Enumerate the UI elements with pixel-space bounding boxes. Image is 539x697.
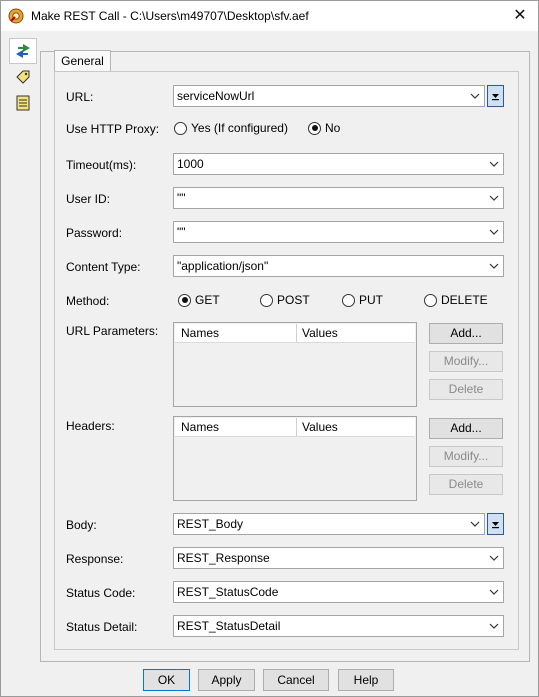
- method-get-label: GET: [195, 293, 220, 307]
- proxy-label: Use HTTP Proxy:: [66, 122, 160, 136]
- url-label: URL:: [66, 90, 94, 104]
- password-value: "": [177, 225, 186, 239]
- radio-circle: [342, 293, 355, 307]
- chevron-down-icon: [489, 195, 499, 201]
- status-code-value: REST_StatusCode: [177, 585, 279, 599]
- method-delete-label: DELETE: [441, 293, 488, 307]
- apply-button[interactable]: Apply: [198, 669, 255, 691]
- col-values-header: Values: [302, 420, 338, 434]
- radio-circle: [260, 293, 273, 307]
- headers-label: Headers:: [66, 419, 115, 433]
- user-id-combo[interactable]: "": [173, 187, 504, 209]
- timeout-value: 1000: [177, 157, 204, 171]
- method-put-radio[interactable]: PUT: [342, 293, 383, 307]
- proxy-yes-radio[interactable]: Yes (If configured): [174, 121, 288, 135]
- url-combo[interactable]: serviceNowUrl: [173, 85, 485, 107]
- status-detail-value: REST_StatusDetail: [177, 619, 281, 633]
- url-params-modify-button[interactable]: Modify...: [429, 351, 503, 372]
- method-put-label: PUT: [359, 293, 383, 307]
- url-value: serviceNowUrl: [177, 89, 255, 103]
- cancel-button[interactable]: Cancel: [263, 669, 329, 691]
- radio-circle-selected: [178, 293, 191, 307]
- dropdown-arrow-icon: [492, 522, 499, 529]
- timeout-label: Timeout(ms):: [66, 158, 137, 172]
- body-value: REST_Body: [177, 517, 244, 531]
- method-delete-radio[interactable]: DELETE: [424, 293, 488, 307]
- chevron-down-icon: [489, 263, 499, 269]
- side-notes-button[interactable]: [9, 90, 37, 116]
- chevron-down-icon: [489, 555, 499, 561]
- response-combo[interactable]: REST_Response: [173, 547, 504, 569]
- window-title: Make REST Call - C:\Users\m49707\Desktop…: [31, 9, 309, 23]
- table-header: Names Values: [175, 418, 415, 437]
- content-type-value: "application/json": [177, 259, 269, 273]
- body-browse-button[interactable]: [487, 513, 504, 535]
- response-label: Response:: [66, 552, 124, 566]
- chevron-down-icon: [489, 161, 499, 167]
- side-general-button[interactable]: [9, 38, 37, 64]
- radio-circle: [424, 293, 437, 307]
- body-combo[interactable]: REST_Body: [173, 513, 485, 535]
- side-tag-button[interactable]: [9, 64, 37, 90]
- timeout-combo[interactable]: 1000: [173, 153, 504, 175]
- app-icon: [8, 8, 24, 24]
- status-code-label: Status Code:: [66, 586, 136, 600]
- chevron-down-icon: [489, 623, 499, 629]
- title-bar: Make REST Call - C:\Users\m49707\Desktop…: [1, 1, 538, 31]
- url-params-add-button[interactable]: Add...: [429, 323, 503, 344]
- proxy-no-radio[interactable]: No: [308, 121, 340, 135]
- proxy-no-label: No: [325, 121, 341, 135]
- password-combo[interactable]: "": [173, 221, 504, 243]
- response-value: REST_Response: [177, 551, 270, 565]
- url-browse-button[interactable]: [487, 85, 504, 107]
- proxy-yes-label: Yes (If configured): [191, 121, 288, 135]
- table-header: Names Values: [175, 324, 415, 343]
- method-label: Method:: [66, 294, 110, 308]
- content-type-combo[interactable]: "application/json": [173, 255, 504, 277]
- status-detail-combo[interactable]: REST_StatusDetail: [173, 615, 504, 637]
- chevron-down-icon: [470, 93, 480, 99]
- tab-general[interactable]: General: [54, 50, 111, 71]
- col-values-header: Values: [302, 326, 338, 340]
- col-names-header: Names: [181, 420, 220, 434]
- side-toolbar: [9, 38, 37, 116]
- radio-circle: [174, 121, 187, 135]
- chevron-down-icon: [470, 521, 480, 527]
- swap-arrows-icon: [16, 44, 30, 58]
- chevron-down-icon: [489, 229, 499, 235]
- headers-add-button[interactable]: Add...: [429, 418, 503, 439]
- headers-delete-button[interactable]: Delete: [429, 474, 503, 495]
- method-post-label: POST: [277, 293, 310, 307]
- tag-icon: [16, 70, 30, 84]
- url-params-delete-button[interactable]: Delete: [429, 379, 503, 400]
- help-button[interactable]: Help: [338, 669, 394, 691]
- dropdown-arrow-icon: [492, 94, 499, 101]
- body-label: Body:: [66, 518, 97, 532]
- close-icon[interactable]: ✕: [510, 6, 530, 26]
- status-detail-label: Status Detail:: [66, 620, 138, 634]
- chevron-down-icon: [489, 589, 499, 595]
- headers-table[interactable]: Names Values: [173, 416, 417, 501]
- url-params-label: URL Parameters:: [66, 324, 159, 338]
- url-params-table[interactable]: Names Values: [173, 322, 417, 407]
- status-code-combo[interactable]: REST_StatusCode: [173, 581, 504, 603]
- user-id-value: "": [177, 191, 186, 205]
- notes-icon: [16, 95, 30, 111]
- radio-circle-selected: [308, 121, 321, 135]
- method-get-radio[interactable]: GET: [178, 293, 220, 307]
- col-names-header: Names: [181, 326, 220, 340]
- password-label: Password:: [66, 226, 123, 240]
- method-post-radio[interactable]: POST: [260, 293, 310, 307]
- content-type-label: Content Type:: [66, 260, 141, 274]
- ok-button[interactable]: OK: [143, 669, 190, 691]
- user-id-label: User ID:: [66, 192, 111, 206]
- headers-modify-button[interactable]: Modify...: [429, 446, 503, 467]
